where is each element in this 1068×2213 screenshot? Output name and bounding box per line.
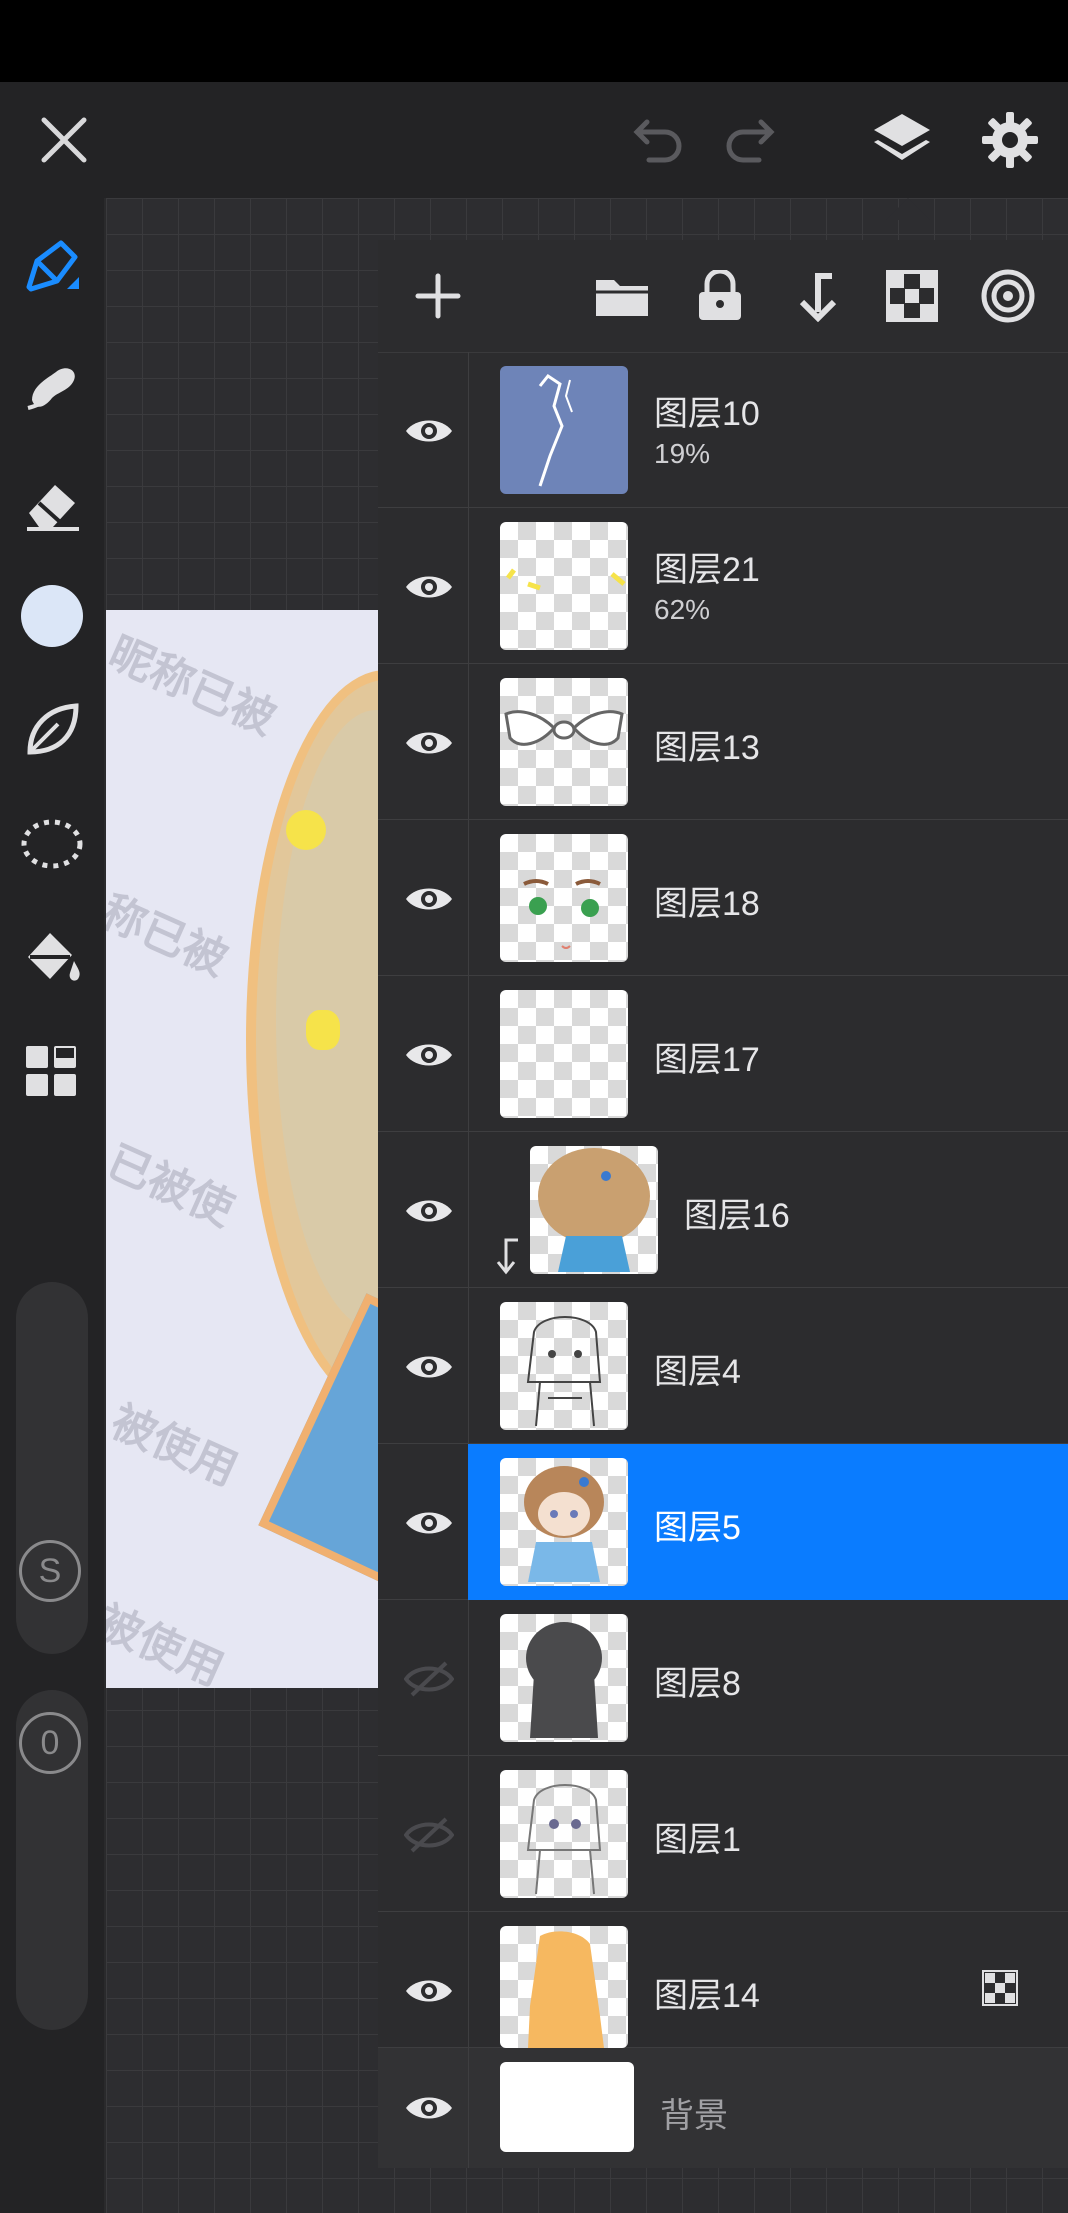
layer-row[interactable]: 图层1 — [378, 1756, 1068, 1912]
divider — [468, 1132, 469, 1288]
divider — [468, 1288, 469, 1444]
redo-icon[interactable] — [712, 100, 792, 180]
divider — [468, 976, 469, 1132]
hair-clip — [286, 810, 326, 850]
divider — [468, 352, 469, 508]
eye-icon[interactable] — [394, 1488, 464, 1558]
layer-row[interactable]: 图层21 62% — [378, 508, 1068, 664]
layer-name: 背景 — [660, 2097, 728, 2135]
watermark-text: 昵称已被 — [106, 627, 283, 745]
alpha-lock-icon[interactable] — [872, 258, 952, 334]
layers-panel: 图层10 19% 图层21 62% 图层13 图层18 图层17 图层16 图层… — [378, 240, 1068, 2168]
leaf-icon[interactable] — [14, 692, 90, 768]
eye-icon[interactable] — [394, 2073, 464, 2143]
background-layer-row[interactable]: 背景 — [378, 2048, 1068, 2168]
watermark-text: 被使用 — [106, 1396, 245, 1496]
layer-row[interactable]: 图层18 — [378, 820, 1068, 976]
layer-thumbnail — [500, 1614, 628, 1742]
layer-row-selected[interactable]: 图层5 — [378, 1444, 1068, 1600]
layer-thumbnail — [500, 678, 628, 806]
eye-icon[interactable] — [394, 1176, 464, 1246]
layer-name: 图层13 — [654, 729, 760, 767]
size-button[interactable]: S — [19, 1540, 81, 1602]
layer-thumbnail — [500, 990, 628, 1118]
layer-name: 图层16 — [684, 1197, 790, 1235]
panel-pointer — [886, 198, 930, 220]
divider — [468, 2048, 469, 2168]
eye-icon[interactable] — [394, 1332, 464, 1402]
layer-name: 图层21 — [654, 551, 760, 589]
layer-thumbnail — [500, 522, 628, 650]
layer-name: 图层4 — [654, 1353, 741, 1391]
bucket-icon[interactable] — [14, 918, 90, 994]
status-bar — [0, 0, 1068, 82]
layer-row[interactable]: 图层8 — [378, 1600, 1068, 1756]
eye-icon[interactable] — [394, 1956, 464, 2026]
layer-opacity: 19% — [654, 438, 711, 469]
reference-icon[interactable] — [968, 258, 1048, 334]
layer-row[interactable]: 图层13 — [378, 664, 1068, 820]
divider — [468, 1600, 469, 1756]
divider — [468, 664, 469, 820]
watermark-text: 称已被 — [106, 886, 235, 986]
layer-opacity: 62% — [654, 594, 711, 625]
layer-row[interactable]: 图层16 — [378, 1132, 1068, 1288]
layer-name: 图层14 — [654, 1977, 760, 2015]
opacity-button[interactable]: 0 — [19, 1712, 81, 1774]
lasso-icon[interactable] — [14, 806, 90, 882]
background-color-thumbnail[interactable] — [500, 2062, 634, 2152]
layer-thumbnail — [530, 1146, 658, 1274]
divider — [468, 508, 469, 664]
watermark-text: 被使用 — [106, 1596, 231, 1688]
layer-thumbnail — [500, 1770, 628, 1898]
eye-icon[interactable] — [394, 864, 464, 934]
smudge-icon[interactable] — [14, 348, 90, 424]
layer-name: 图层18 — [654, 885, 760, 923]
layer-thumbnail — [500, 1302, 628, 1430]
layer-row[interactable]: 图层4 — [378, 1288, 1068, 1444]
eye-icon[interactable] — [394, 552, 464, 622]
layers-icon[interactable] — [862, 100, 942, 180]
hair-ribbon — [306, 1010, 340, 1050]
layer-name: 图层5 — [654, 1509, 741, 1547]
layer-row[interactable]: 图层10 19% — [378, 352, 1068, 508]
artboard[interactable]: 昵称已被 称已被 已被使 被使用 被使用 — [106, 610, 406, 1688]
add-icon[interactable] — [398, 258, 478, 334]
color-swatch[interactable] — [14, 578, 90, 654]
eye-hidden-icon[interactable] — [394, 1800, 464, 1870]
undo-icon[interactable] — [616, 100, 696, 180]
layer-thumbnail — [500, 1458, 628, 1586]
eye-hidden-icon[interactable] — [394, 1644, 464, 1714]
clipping-mask-icon — [494, 1236, 522, 1281]
layer-thumbnail — [500, 1926, 628, 2048]
gear-icon[interactable] — [970, 100, 1050, 180]
layer-row[interactable]: 图层14 — [378, 1912, 1068, 2048]
divider — [468, 1912, 469, 2048]
eye-icon[interactable] — [394, 396, 464, 466]
merge-down-icon[interactable] — [776, 258, 856, 334]
pen-icon[interactable] — [14, 230, 90, 306]
divider — [468, 820, 469, 976]
layer-thumbnail — [500, 834, 628, 962]
layer-row[interactable]: 图层17 — [378, 976, 1068, 1132]
layer-thumbnail — [500, 366, 628, 494]
eye-icon[interactable] — [394, 1020, 464, 1090]
alpha-lock-icon — [982, 1970, 1018, 2011]
lock-icon[interactable] — [680, 258, 760, 334]
layer-name: 图层8 — [654, 1665, 741, 1703]
close-icon[interactable] — [24, 100, 104, 180]
folder-icon[interactable] — [582, 258, 662, 334]
layer-name: 图层10 — [654, 395, 760, 433]
divider — [468, 1756, 469, 1912]
tool-sidebar: S 0 — [0, 198, 104, 2213]
eraser-icon[interactable] — [14, 466, 90, 542]
watermark-text: 已被使 — [106, 1136, 241, 1236]
layer-name: 图层1 — [654, 1821, 741, 1859]
eye-icon[interactable] — [394, 708, 464, 778]
layers-panel-toolbar — [378, 240, 1068, 353]
grid-icon[interactable] — [14, 1034, 90, 1110]
top-bar — [0, 82, 1068, 198]
layer-name: 图层17 — [654, 1041, 760, 1079]
